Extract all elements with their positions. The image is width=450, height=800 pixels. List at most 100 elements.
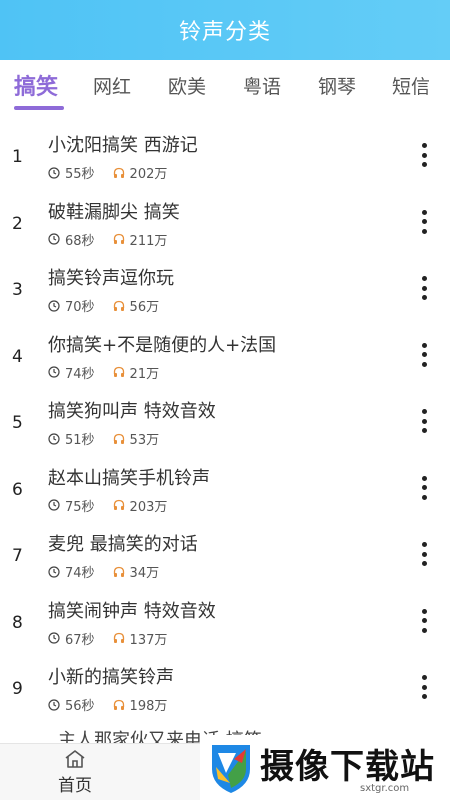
ringtone-title: 赵本山搞笑手机铃声	[48, 467, 210, 489]
list-item[interactable]: 8 搞笑闹钟声 特效音效 67秒 137万	[0, 586, 450, 652]
ringtone-title: 搞笑狗叫声 特效音效	[48, 401, 216, 422]
play-count: 137万	[113, 629, 168, 648]
duration: 68秒	[48, 230, 95, 249]
headphones-icon	[113, 699, 124, 710]
more-vertical-icon[interactable]	[412, 672, 436, 702]
watermark: 摄像下载站 sxtgr.com	[200, 735, 450, 800]
headphones-icon	[113, 366, 124, 377]
headphones-icon	[113, 499, 124, 510]
play-count-value: 203万	[129, 499, 168, 515]
page-title: 铃声分类	[178, 20, 271, 45]
tab-piano[interactable]: 钢琴	[318, 72, 356, 99]
more-vertical-icon[interactable]	[412, 273, 436, 303]
ringtone-title: 小沈阳搞笑 西游记	[48, 135, 198, 156]
duration: 51秒	[48, 429, 95, 448]
item-meta: 56秒 198万	[48, 695, 185, 714]
play-count-value: 211万	[129, 233, 168, 249]
tab-funny[interactable]: 搞笑	[14, 69, 58, 101]
clock-icon	[48, 632, 60, 644]
duration: 75秒	[48, 496, 95, 515]
play-count-value: 137万	[129, 632, 168, 648]
item-number: 9	[12, 679, 23, 699]
play-count-value: 202万	[129, 167, 168, 182]
ringtone-title: 搞笑闹钟声 特效音效	[48, 600, 216, 622]
headphones-icon	[113, 167, 124, 178]
play-count: 211万	[113, 230, 168, 249]
more-vertical-icon[interactable]	[412, 606, 436, 636]
ringtone-title: 破鞋漏脚尖 搞笑	[48, 201, 180, 223]
headphones-icon	[113, 233, 124, 244]
clock-icon	[48, 233, 60, 245]
clock-icon	[48, 166, 60, 179]
list-item[interactable]: 4 你搞笑+不是随便的人+法国 74秒 21万	[0, 320, 450, 386]
duration-value: 75秒	[65, 499, 95, 515]
ringtone-title: 麦兜 最搞笑的对话	[48, 534, 198, 555]
item-number: 1	[12, 147, 23, 167]
item-meta: 74秒 34万	[48, 562, 177, 581]
play-count: 203万	[113, 496, 168, 515]
more-vertical-icon[interactable]	[412, 140, 436, 170]
list-item[interactable]: 1 小沈阳搞笑 西游记 55秒 202万	[0, 120, 450, 186]
tab-cantonese[interactable]: 粤语	[243, 72, 281, 99]
duration: 55秒	[48, 163, 95, 182]
nav-home-label: 首页	[58, 776, 92, 796]
watermark-logo	[212, 745, 250, 793]
play-count: 21万	[113, 363, 159, 382]
list-item[interactable]: 7 麦兜 最搞笑的对话 74秒 34万	[0, 519, 450, 585]
item-number: 5	[12, 413, 23, 433]
item-number: 2	[12, 213, 23, 234]
ringtone-title: 你搞笑+不是随便的人+法国	[48, 334, 277, 356]
duration-value: 70秒	[65, 300, 95, 315]
clock-icon	[48, 698, 60, 711]
duration-value: 56秒	[65, 699, 95, 714]
play-count: 34万	[113, 562, 160, 581]
clock-icon	[48, 499, 60, 511]
list-item[interactable]: 2 破鞋漏脚尖 搞笑 68秒 211万	[0, 187, 450, 253]
duration-value: 67秒	[65, 632, 95, 648]
duration-value: 51秒	[65, 433, 95, 448]
more-vertical-icon[interactable]	[412, 406, 436, 436]
item-number: 3	[12, 280, 23, 300]
list-item[interactable]: 5 搞笑狗叫声 特效音效 51秒 53万	[0, 386, 450, 452]
duration: 74秒	[48, 363, 95, 382]
duration: 70秒	[48, 296, 95, 315]
list-item[interactable]: 3 搞笑铃声逗你玩 70秒 56万	[0, 253, 450, 319]
clock-icon	[48, 299, 60, 312]
more-vertical-icon[interactable]	[412, 473, 436, 503]
watermark-url: sxtgr.com	[360, 783, 410, 794]
item-meta: 75秒 203万	[48, 496, 185, 515]
list-item[interactable]: 9 小新的搞笑铃声 56秒 198万	[0, 652, 450, 718]
more-vertical-icon[interactable]	[412, 539, 436, 569]
item-number: 7	[12, 546, 23, 566]
play-count-value: 34万	[129, 566, 160, 581]
watermark-text: 摄像下载站	[260, 747, 435, 787]
item-meta: 74秒 21万	[48, 363, 177, 382]
more-vertical-icon[interactable]	[412, 207, 436, 237]
duration: 67秒	[48, 629, 95, 648]
item-number: 6	[12, 479, 23, 500]
play-count: 56万	[113, 296, 160, 315]
tab-sms[interactable]: 短信	[392, 72, 430, 99]
clock-icon	[48, 366, 60, 378]
headphones-icon	[113, 566, 124, 577]
nav-home[interactable]: 首页	[40, 744, 110, 800]
active-tab-indicator	[14, 106, 64, 110]
tab-western[interactable]: 欧美	[168, 72, 206, 99]
app-header: 铃声分类	[0, 0, 450, 60]
clock-icon	[48, 565, 60, 578]
play-count: 202万	[113, 163, 168, 182]
ringtone-title: 小新的搞笑铃声	[48, 667, 174, 688]
category-tabs: 搞笑 网红 欧美 粤语 钢琴 短信	[0, 60, 450, 112]
more-vertical-icon[interactable]	[412, 340, 436, 370]
ringtone-title: 搞笑铃声逗你玩	[48, 268, 174, 289]
list-item[interactable]: 6 赵本山搞笑手机铃声 75秒 203万	[0, 453, 450, 519]
item-meta: 51秒 53万	[48, 429, 177, 448]
tab-internet-famous[interactable]: 网红	[93, 72, 131, 99]
duration: 56秒	[48, 695, 95, 714]
play-count-value: 56万	[129, 300, 160, 315]
headphones-icon	[113, 632, 124, 643]
duration-value: 68秒	[65, 233, 95, 249]
play-count-value: 53万	[129, 433, 160, 448]
item-meta: 55秒 202万	[48, 163, 185, 182]
item-number: 4	[12, 346, 23, 367]
